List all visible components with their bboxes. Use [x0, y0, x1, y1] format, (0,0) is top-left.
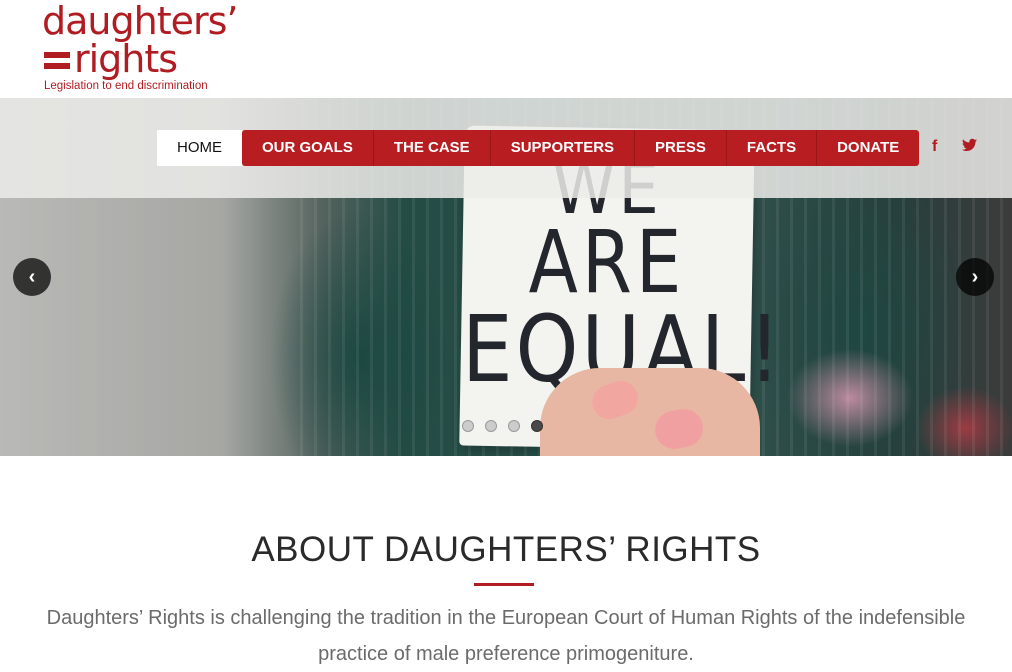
logo-wordmark-line1: daughters’: [42, 0, 238, 43]
nav-item-facts[interactable]: FACTS: [726, 130, 818, 166]
twitter-icon[interactable]: [962, 138, 977, 157]
nav-item-the-case[interactable]: THE CASE: [373, 130, 491, 166]
nav-item-supporters[interactable]: SUPPORTERS: [490, 130, 636, 166]
slider-dot-2[interactable]: [485, 420, 497, 432]
slider-next-button[interactable]: ›: [956, 258, 994, 296]
equals-icon: [44, 50, 70, 74]
about-heading: ABOUT DAUGHTERS’ RIGHTS: [251, 530, 761, 569]
nav-item-donate[interactable]: DONATE: [817, 130, 920, 166]
slider-prev-button[interactable]: ‹: [13, 258, 51, 296]
slider-pagination: [462, 420, 554, 432]
sign-line-2: ARE: [528, 211, 686, 313]
logo-wordmark-line2: rights: [74, 37, 178, 81]
logo-tagline: Legislation to end discrimination: [44, 80, 208, 92]
slider-dot-4[interactable]: [531, 420, 543, 432]
facebook-icon[interactable]: f: [932, 138, 937, 156]
hero-slider: WE ARE EQUAL! HOME OUR GOALS THE CASE SU…: [0, 98, 1012, 456]
about-description: Daughters’ Rights is challenging the tra…: [46, 607, 966, 665]
site-logo[interactable]: daughters’ rights Legislation to end dis…: [42, 2, 242, 96]
hand-image: [540, 368, 760, 456]
nav-item-our-goals[interactable]: OUR GOALS: [242, 130, 374, 166]
nav-item-home[interactable]: HOME: [157, 130, 242, 166]
heading-divider: [474, 583, 534, 586]
main-nav: HOME OUR GOALS THE CASE SUPPORTERS PRESS…: [157, 130, 920, 166]
slider-dot-1[interactable]: [462, 420, 474, 432]
slider-dot-3[interactable]: [508, 420, 520, 432]
nav-item-press[interactable]: PRESS: [635, 130, 727, 166]
